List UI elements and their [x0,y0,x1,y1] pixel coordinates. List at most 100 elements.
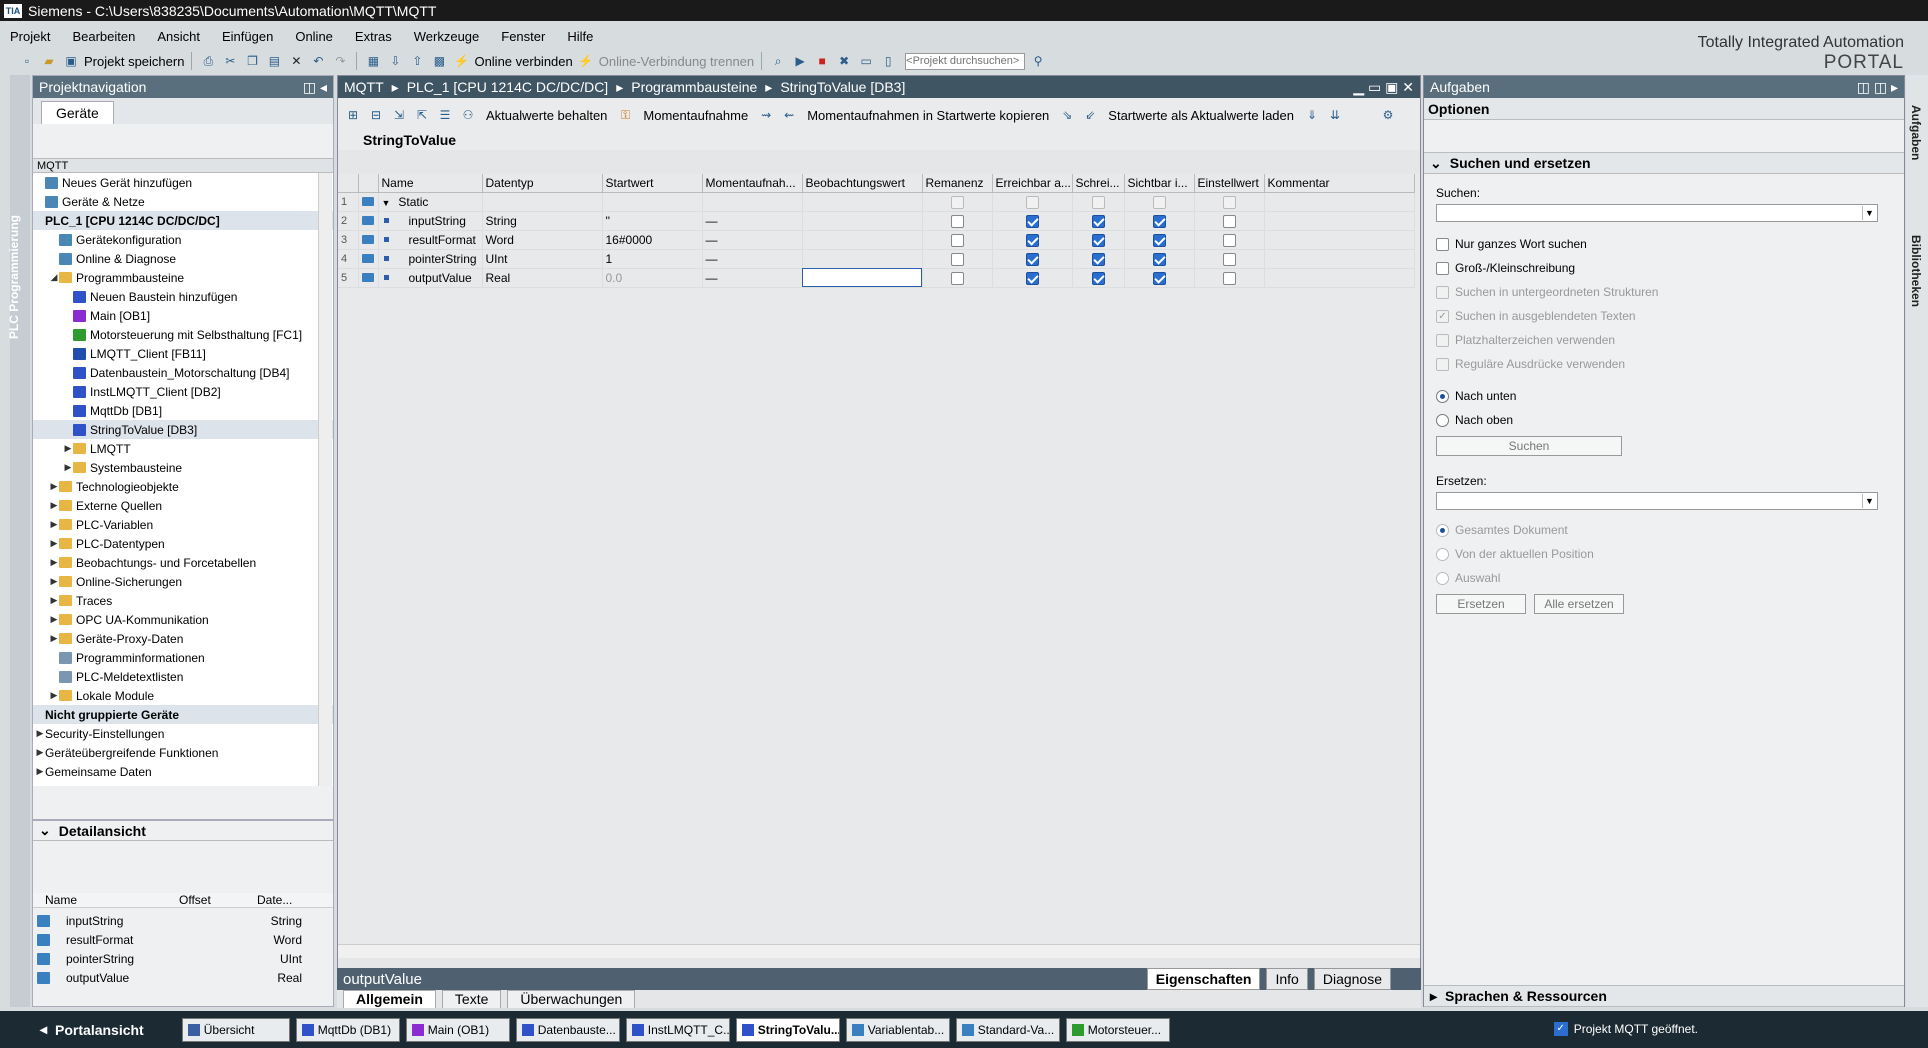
sic-checkbox[interactable] [1152,271,1166,285]
tree-item[interactable]: ▶ Externe Quellen [33,496,333,515]
name-cell[interactable]: resultFormat [378,230,483,250]
collapse-icon[interactable]: ▼ [382,198,391,208]
detail-row[interactable]: outputValue Real [33,968,333,987]
editor-tab[interactable]: InstLMQTT_C... [625,1017,730,1042]
menu-item-4[interactable]: Online [295,29,333,44]
rem-checkbox[interactable] [950,214,964,228]
rem-cell[interactable] [922,192,993,212]
datatype-cell[interactable] [482,192,603,212]
column-header[interactable]: Beobachtungswert [802,174,923,193]
load-start2-icon[interactable]: ⇊ [1326,106,1344,124]
startvalue-cell[interactable]: 16#0000 [602,230,703,250]
replace-button[interactable]: Ersetzen [1436,594,1526,614]
table-row[interactable]: 5 outputValue Real 0.0 — [338,268,1415,288]
tree-item[interactable]: LMQTT_Client [FB11] [33,344,333,363]
tree-expander-icon[interactable]: ▶ [49,481,59,492]
editor-tab[interactable]: StringToValu... [735,1017,840,1042]
go-online-icon[interactable]: ⚡ [452,52,470,70]
search-binoculars-icon[interactable]: ⚲ [1029,52,1047,70]
ein-checkbox[interactable] [1222,271,1236,285]
ein-cell[interactable] [1194,211,1265,231]
breadcrumb-item[interactable]: PLC_1 [CPU 1214C DC/DC/DC] [407,79,609,95]
tasks-window-controls-icon[interactable]: ◫ ◫ ▸ [1857,79,1898,96]
tree-item[interactable]: ▶ Geräte-Proxy-Daten [33,629,333,648]
tree-expander-icon[interactable]: ▶ [49,633,59,644]
tree-item[interactable]: ▶ Lokale Module [33,686,333,705]
detail-row[interactable]: pointerString UInt [33,949,333,968]
print-icon[interactable]: ⎙ [199,52,217,70]
undo-icon[interactable]: ↶ [309,52,327,70]
err-checkbox[interactable] [1025,233,1039,247]
list-icon[interactable]: ☰ [436,106,454,124]
startvalue-cell[interactable] [602,192,703,212]
simulation-icon[interactable]: ▩ [430,52,448,70]
upload-icon[interactable]: ⇧ [408,52,426,70]
datatype-cell[interactable]: Word [482,230,603,250]
tree-expander-icon[interactable]: ▶ [49,690,59,701]
ein-checkbox[interactable] [1222,214,1236,228]
breadcrumb-item[interactable]: StringToValue [DB3] [780,79,905,95]
download-icon[interactable]: ⇩ [386,52,404,70]
breadcrumb-item[interactable]: Programmbausteine [631,79,757,95]
comment-cell[interactable] [1264,192,1415,212]
comment-cell[interactable] [1264,268,1415,288]
tab-diagnostics[interactable]: Diagnose [1313,968,1391,990]
comment-cell[interactable] [1264,230,1415,250]
search-option[interactable]: Groß-/Kleinschreibung [1436,256,1892,280]
copy-snapshot2-icon[interactable]: ⇙ [1081,106,1099,124]
editor-tab[interactable]: Standard-Va... [955,1017,1060,1042]
chevron-down-icon[interactable]: ▼ [1862,494,1876,508]
tab-properties[interactable]: Eigenschaften [1146,968,1261,990]
direction-up-option[interactable]: Nach oben [1436,408,1892,432]
detail-row[interactable]: resultFormat Word [33,930,333,949]
tree-item[interactable]: MqttDb [DB1] [33,401,333,420]
cut-icon[interactable]: ✂ [221,52,239,70]
compile-icon[interactable]: ▦ [364,52,382,70]
breadcrumb-item[interactable]: MQTT [344,79,384,95]
tree-expander-icon[interactable]: ▶ [35,728,45,739]
menu-item-2[interactable]: Ansicht [157,29,200,44]
tree-item[interactable]: Motorsteuerung mit Selbsthaltung [FC1] [33,325,333,344]
menu-item-0[interactable]: Projekt [10,29,50,44]
snapshot-button[interactable]: Momentaufnahme [643,108,748,123]
tree-item[interactable]: Datenbaustein_Motorschaltung [DB4] [33,363,333,382]
tree-item[interactable]: ▶ Gemeinsame Daten [33,762,333,781]
ein-checkbox[interactable] [1222,233,1236,247]
sic-cell[interactable] [1124,268,1195,288]
sch-checkbox[interactable] [1091,214,1105,228]
window-controls-icon[interactable]: ▁ ▭ ▣ ✕ [1353,79,1414,96]
tree-item[interactable]: Neues Gerät hinzufügen [33,173,333,192]
tree-expander-icon[interactable]: ▶ [63,443,73,454]
monitor-value-cell[interactable] [802,230,923,250]
tree-item[interactable]: ▶ PLC-Variablen [33,515,333,534]
sch-cell[interactable] [1072,249,1125,269]
tree-item[interactable]: ▶ Online-Sicherungen [33,572,333,591]
table-row[interactable]: 1 ▼ Static [338,192,1415,212]
tree-item[interactable]: ▶ Beobachtungs- und Forcetabellen [33,553,333,572]
column-header[interactable]: Einstellwert [1194,174,1265,193]
monitor-icon[interactable]: ⚇ [459,106,477,124]
subtab-texts[interactable]: Texte [441,990,502,1008]
tree-item[interactable]: InstLMQTT_Client [DB2] [33,382,333,401]
err-cell[interactable] [992,249,1073,269]
rem-cell[interactable] [922,249,993,269]
redo-icon[interactable]: ↷ [331,52,349,70]
startvalue-cell[interactable]: 1 [602,249,703,269]
tab-info[interactable]: Info [1266,968,1308,990]
tree-item[interactable]: ▶ LMQTT [33,439,333,458]
go-offline-icon[interactable]: ⚡ [577,52,595,70]
tree-item[interactable]: ▶ Security-Einstellungen [33,724,333,743]
monitor-value-cell[interactable] [802,268,923,288]
tree-item[interactable]: Programminformationen [33,648,333,667]
comment-cell[interactable] [1264,249,1415,269]
tree-item[interactable]: Neuen Baustein hinzufügen [33,287,333,306]
err-cell[interactable] [992,268,1073,288]
subtab-general[interactable]: Allgemein [343,990,436,1008]
datatype-cell[interactable]: UInt [482,249,603,269]
datatype-cell[interactable]: Real [482,268,603,288]
sch-checkbox[interactable] [1091,233,1105,247]
name-cell[interactable]: pointerString [378,249,483,269]
monitor-value-cell[interactable] [802,192,923,212]
tree-item[interactable]: PLC-Meldetextlisten [33,667,333,686]
tree-expander-icon[interactable]: ▶ [49,538,59,549]
